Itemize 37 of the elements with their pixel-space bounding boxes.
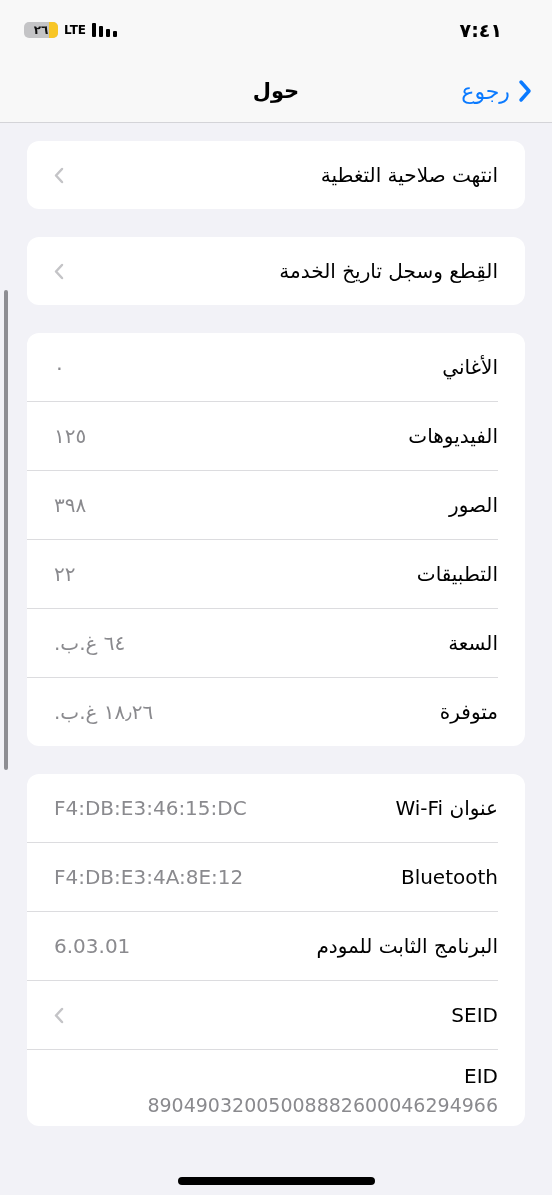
row-label: التطبيقات <box>416 562 498 586</box>
row-label: الأغاني <box>442 355 498 379</box>
row-value: ١٢٥ <box>54 424 87 448</box>
row-value: ٣٩٨ <box>54 493 87 517</box>
home-indicator[interactable] <box>178 1177 375 1185</box>
clock: ٧:٤١ <box>459 19 502 41</box>
row-label: SEID <box>451 1003 498 1027</box>
page-title: حول <box>252 79 300 103</box>
row-label: Bluetooth <box>400 865 498 889</box>
row-label: متوفرة <box>439 700 498 724</box>
network-type: LTE <box>64 23 87 37</box>
row-label: انتهت صلاحية التغطية <box>320 163 498 187</box>
row-value: ٠ <box>54 355 65 379</box>
row-label: القِطع وسجل تاريخ الخدمة <box>279 259 498 283</box>
row-value: F4:DB:E3:46:15:DC <box>54 796 247 820</box>
row-label: عنوان Wi-Fi <box>395 796 498 820</box>
settings-row[interactable]: القِطع وسجل تاريخ الخدمة <box>27 237 498 305</box>
settings-row[interactable]: SEID <box>27 981 498 1050</box>
row-label: السعة <box>448 631 498 655</box>
row-label: الصور <box>449 493 498 517</box>
row-value: 89049032005008882600046294966 <box>147 1094 498 1116</box>
row-value: ١٨٫٢٦ غ.ب. <box>54 700 154 724</box>
row-label: البرنامج الثابت للمودم <box>316 934 498 958</box>
settings-row[interactable]: انتهت صلاحية التغطية <box>27 141 498 209</box>
signal-icon <box>92 23 119 37</box>
row-value: ٦٤ غ.ب. <box>54 631 126 655</box>
chevron-icon <box>518 79 532 103</box>
chevron-icon[interactable] <box>54 262 64 280</box>
battery-percent: ٢٦ <box>33 23 49 37</box>
row-value: ٢٢ <box>54 562 76 586</box>
chevron-icon[interactable] <box>54 1006 64 1024</box>
row-label: الفيديوهات <box>408 424 498 448</box>
row-value: F4:DB:E3:4A:8E:12 <box>54 865 244 889</box>
back-button[interactable]: رجوع <box>461 78 532 104</box>
row-value: 6.03.01 <box>54 934 131 958</box>
chevron-icon[interactable] <box>54 166 64 184</box>
row-label: EID <box>464 1064 498 1088</box>
